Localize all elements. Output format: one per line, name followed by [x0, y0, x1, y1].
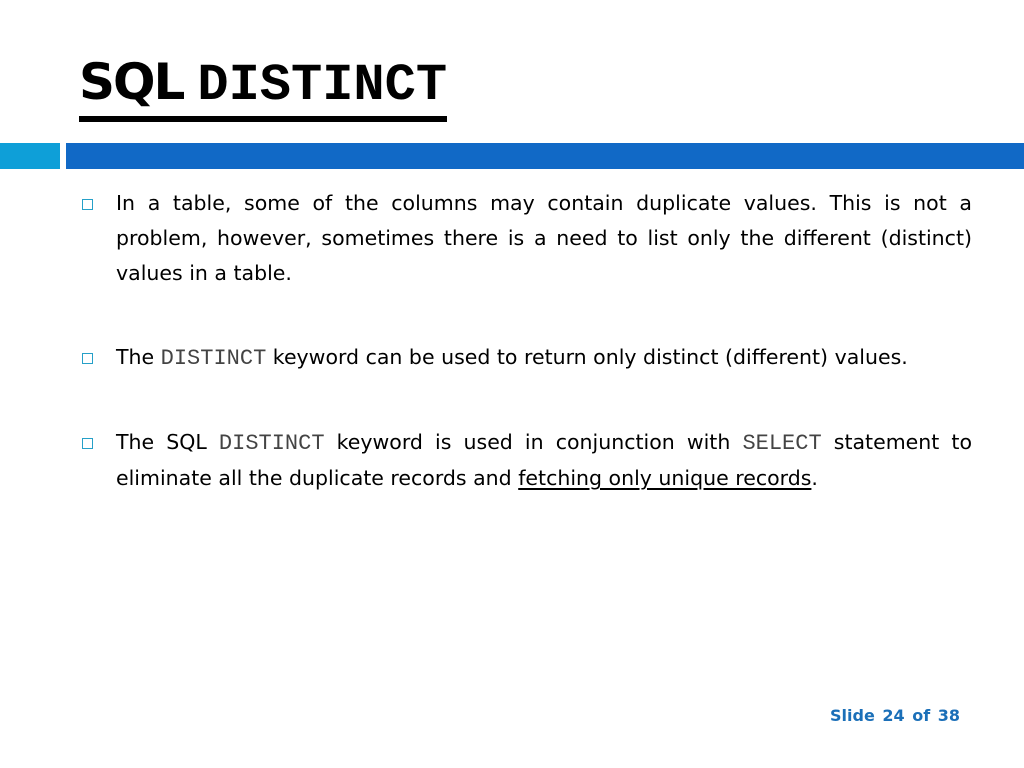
- slide-number: Slide 24 of 38: [830, 706, 960, 725]
- square-bullet-icon: [82, 199, 93, 210]
- title-sql: SQL: [79, 53, 185, 111]
- code-keyword-select: SELECT: [742, 431, 822, 456]
- bullet-item: The DISTINCT keyword can be used to retu…: [80, 340, 972, 376]
- square-bullet-icon: [82, 438, 93, 449]
- bullet-list: In a table, some of the columns may cont…: [80, 186, 972, 545]
- bullet-item: The SQL DISTINCT keyword is used in conj…: [80, 425, 972, 496]
- bullet-text-pre: The SQL: [116, 430, 219, 454]
- code-keyword: DISTINCT: [218, 431, 325, 456]
- underlined-text: fetching only unique records: [518, 466, 812, 490]
- bullet-text-mid: keyword is used in conjunction with: [324, 430, 743, 454]
- bullet-text-post: keyword can be used to return only disti…: [266, 345, 908, 369]
- accent-bar-right: [66, 143, 1024, 169]
- bullet-text-post: .: [811, 466, 818, 490]
- bullet-item: In a table, some of the columns may cont…: [80, 186, 972, 291]
- title-distinct: DISTINCT: [197, 56, 448, 115]
- accent-bar-left: [0, 143, 60, 169]
- slide-title: SQL DISTINCT: [79, 52, 448, 122]
- code-keyword: DISTINCT: [160, 346, 267, 371]
- square-bullet-icon: [82, 353, 93, 364]
- bullet-text-pre: The: [116, 345, 161, 369]
- bullet-text: In a table, some of the columns may cont…: [116, 191, 972, 285]
